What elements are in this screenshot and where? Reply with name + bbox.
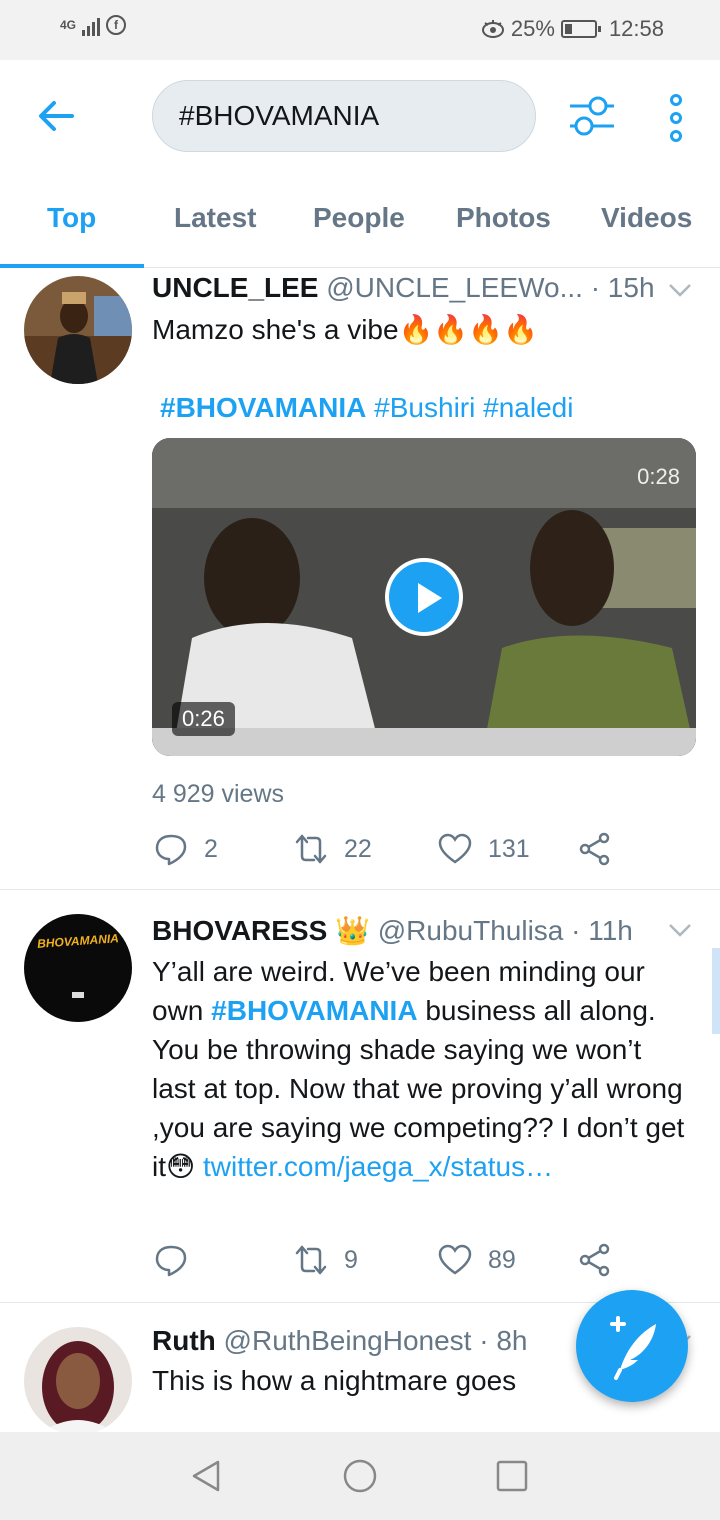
status-left: 4G f	[60, 14, 127, 36]
reply-button[interactable]: 2	[154, 832, 218, 866]
tweet-text: Mamzo she's a vibe🔥🔥🔥🔥	[152, 314, 539, 345]
recents-square-icon[interactable]	[494, 1458, 530, 1494]
video-player[interactable]: 0:28 0:26	[152, 438, 696, 756]
retweet-button[interactable]: 9	[294, 1243, 358, 1277]
eye-comfort-icon	[481, 20, 504, 38]
avatar[interactable]	[24, 276, 132, 384]
hashtag-link[interactable]: #BHOVAMANIA	[211, 995, 417, 1026]
back-triangle-icon[interactable]	[188, 1458, 224, 1494]
like-button[interactable]: 89	[438, 1243, 516, 1277]
reply-count: 2	[204, 834, 218, 863]
retweet-button[interactable]: 22	[294, 832, 372, 866]
tweet[interactable]: BHOVAMANIA BHOVARESS 👑 @RubuThulisa · 11…	[0, 890, 720, 1303]
like-count: 89	[488, 1245, 516, 1274]
tab-photos[interactable]: Photos	[456, 202, 551, 234]
facebook-notification-icon: f	[106, 15, 127, 35]
retweet-icon	[295, 1245, 327, 1275]
video-elapsed-time: 0:26	[172, 702, 235, 736]
compose-tweet-button[interactable]	[576, 1290, 688, 1402]
hashtag-link[interactable]: #BHOVAMANIA	[160, 392, 366, 423]
heart-icon	[438, 1244, 472, 1275]
display-name[interactable]: UNCLE_LEE	[152, 272, 318, 303]
share-icon	[579, 832, 610, 866]
reply-button[interactable]	[154, 1243, 204, 1277]
tweet-time: · 8h	[479, 1325, 528, 1356]
reply-icon	[155, 834, 187, 866]
tweet-header: Ruth @RuthBeingHonest · 8h	[152, 1325, 527, 1357]
tweet-time: · 11h	[571, 915, 633, 946]
tweet-actions: 9 89	[152, 1243, 632, 1283]
tweet-text: Y’all are weird. We’ve been minding our …	[152, 952, 692, 1186]
tab-people[interactable]: People	[313, 202, 405, 234]
compose-feather-icon	[610, 1316, 656, 1380]
reply-icon	[155, 1245, 187, 1277]
display-name[interactable]: BHOVARESS	[152, 915, 327, 946]
clock: 12:58	[608, 16, 664, 41]
avatar[interactable]	[24, 1327, 132, 1435]
search-tabs: Top Latest People Photos Videos	[0, 172, 720, 268]
tab-latest[interactable]: Latest	[174, 202, 256, 234]
retweet-count: 22	[344, 834, 372, 863]
tweet-header: BHOVARESS 👑 @RubuThulisa · 11h	[152, 914, 633, 947]
tweet[interactable]: UNCLE_LEE @UNCLE_LEEWo... · 15h Mamzo sh…	[0, 268, 720, 890]
hashtag-link[interactable]: #naledi	[483, 392, 573, 423]
tab-top[interactable]: Top	[47, 202, 96, 234]
heart-icon	[438, 833, 472, 864]
display-name[interactable]: Ruth	[152, 1325, 216, 1356]
status-bar: 4G f 25% 12:58	[0, 0, 720, 60]
like-button[interactable]: 131	[438, 832, 530, 866]
tweet-link[interactable]: twitter.com/jaega_x/status…	[203, 1151, 553, 1182]
system-nav-bar	[0, 1432, 720, 1520]
retweet-count: 9	[344, 1245, 358, 1274]
tweet-header: UNCLE_LEE @UNCLE_LEEWo... · 15h	[152, 272, 655, 304]
back-arrow-icon[interactable]	[36, 96, 76, 136]
tweet-time: · 15h	[590, 272, 655, 303]
user-handle[interactable]: @RuthBeingHonest	[224, 1325, 472, 1356]
battery-icon	[560, 20, 601, 38]
network-type: 4G	[60, 18, 77, 32]
user-handle[interactable]: @RubuThulisa	[378, 915, 564, 946]
retweet-icon	[295, 834, 327, 864]
share-button[interactable]	[578, 1243, 612, 1277]
home-circle-icon[interactable]	[342, 1458, 378, 1494]
search-header: #BHOVAMANIA	[0, 60, 720, 172]
tweet-hashtags: #BHOVAMANIA #Bushiri #naledi	[160, 388, 700, 427]
like-count: 131	[488, 834, 530, 863]
user-handle[interactable]: @UNCLE_LEEWo...	[326, 272, 583, 303]
chevron-down-icon[interactable]	[668, 282, 692, 298]
more-options-icon[interactable]	[664, 94, 688, 142]
share-button[interactable]	[578, 832, 612, 866]
play-button-icon[interactable]	[385, 558, 463, 636]
status-right: 25% 12:58	[481, 16, 664, 42]
avatar-logo-text: BHOVAMANIA	[36, 931, 120, 951]
signal-icon	[82, 14, 101, 36]
video-duration: 0:28	[637, 464, 680, 489]
battery-percent: 25%	[510, 16, 555, 41]
avatar[interactable]: BHOVAMANIA	[24, 914, 132, 1022]
crown-emoji: 👑	[335, 915, 370, 946]
share-icon	[579, 1243, 610, 1277]
tweet-actions: 2 22 131	[152, 832, 632, 872]
search-filter-icon[interactable]	[568, 94, 616, 138]
hashtag-link[interactable]: #Bushiri	[374, 392, 475, 423]
view-count: 4 929 views	[152, 780, 285, 808]
search-input[interactable]: #BHOVAMANIA	[152, 80, 536, 152]
scrollbar[interactable]	[712, 948, 720, 1034]
tab-videos[interactable]: Videos	[601, 202, 692, 234]
chevron-down-icon[interactable]	[668, 922, 692, 938]
